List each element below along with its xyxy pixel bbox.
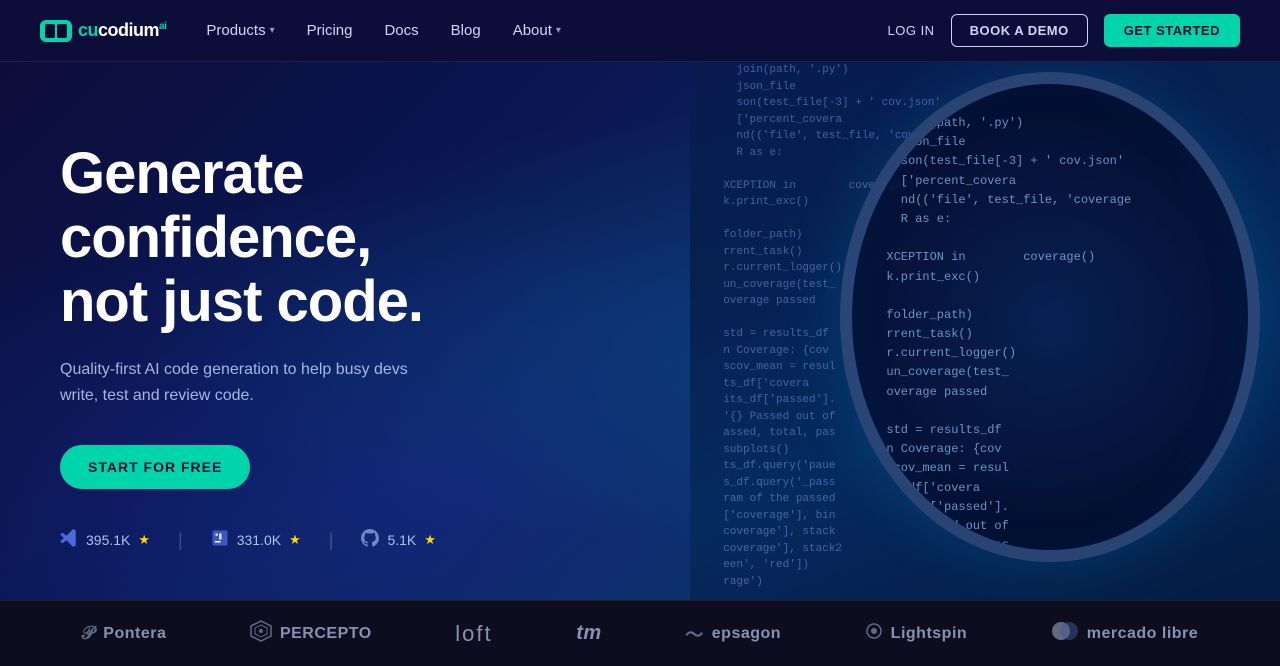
stat-vscode: 395.1K ★ — [60, 529, 150, 552]
navbar: cucodiumai Products ▾ Pricing Docs Blog … — [0, 0, 1280, 62]
stat-divider-2: | — [329, 530, 334, 551]
magnifier-code: join(path, '.py') json_file son(test_fil… — [852, 84, 1248, 562]
partner-tm: tm — [576, 622, 601, 645]
nav-products[interactable]: Products ▾ — [206, 22, 274, 39]
hero-section: join(path, '.py') json_file son(test_fil… — [0, 62, 1280, 600]
partner-percepto: PERCEPTO — [250, 620, 372, 647]
jetbrains-star-icon: ★ — [289, 532, 301, 548]
about-chevron-icon: ▾ — [556, 25, 561, 36]
hero-content: Generate confidence, not just code. Qual… — [0, 62, 560, 552]
nav-about[interactable]: About ▾ — [513, 22, 561, 39]
stat-divider-1: | — [178, 530, 183, 551]
partner-loft: loft — [455, 621, 492, 647]
hero-subtitle: Quality-first AI code generation to help… — [60, 357, 440, 408]
book-demo-button[interactable]: BOOK A DEMO — [951, 14, 1088, 47]
vscode-star-icon: ★ — [138, 532, 150, 548]
nav-actions: LOG IN BOOK A DEMO GET STARTED — [888, 14, 1241, 47]
magnifier-glass: join(path, '.py') json_file son(test_fil… — [840, 72, 1260, 562]
logo-icon — [40, 20, 72, 42]
github-star-icon: ★ — [424, 532, 436, 548]
code-sphere-container: join(path, '.py') json_file son(test_fil… — [640, 62, 1280, 600]
vscode-icon — [60, 529, 78, 552]
partner-pontera: 𝒫 Pontera — [82, 623, 167, 644]
get-started-button[interactable]: GET STARTED — [1104, 14, 1240, 47]
partners-bar: 𝒫 Pontera PERCEPTO loft tm 〜 epsagon Lig… — [0, 600, 1280, 666]
stat-github: 5.1K ★ — [361, 529, 435, 552]
nav-pricing[interactable]: Pricing — [307, 22, 353, 39]
partner-lightspin: Lightspin — [865, 622, 967, 645]
start-free-button[interactable]: START FOR FREE — [60, 445, 250, 489]
logo-text: cucodiumai — [78, 20, 166, 41]
products-chevron-icon: ▾ — [270, 25, 275, 36]
partner-epsagon: 〜 epsagon — [685, 621, 781, 647]
nav-links: Products ▾ Pricing Docs Blog About ▾ — [206, 22, 887, 39]
nav-blog[interactable]: Blog — [451, 22, 481, 39]
github-icon — [361, 529, 379, 552]
nav-docs[interactable]: Docs — [384, 22, 418, 39]
jetbrains-icon — [211, 529, 229, 552]
hero-title: Generate confidence, not just code. — [60, 142, 560, 333]
stat-jetbrains: 331.0K ★ — [211, 529, 301, 552]
logo[interactable]: cucodiumai — [40, 20, 166, 42]
partner-mercadolibre: mercado libre — [1051, 622, 1198, 645]
stats-row: 395.1K ★ | 331.0K ★ | — [60, 529, 560, 552]
login-button[interactable]: LOG IN — [888, 23, 935, 38]
